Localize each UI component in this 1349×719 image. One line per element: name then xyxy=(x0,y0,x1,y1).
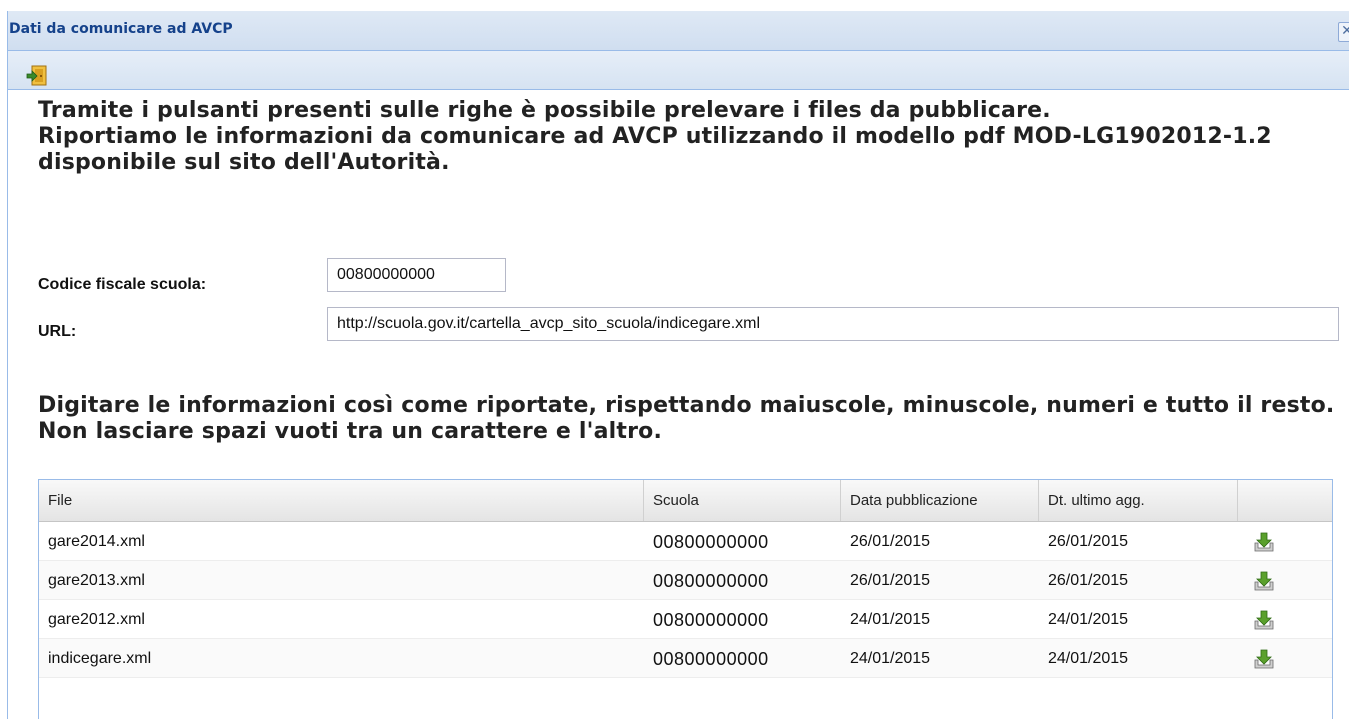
cell-file: indicegare.xml xyxy=(48,650,152,667)
cell-data-pubblicazione: 26/01/2015 xyxy=(850,572,931,589)
codice-fiscale-field[interactable]: 00800000000 xyxy=(327,258,506,292)
url-field[interactable]: http://scuola.gov.it/cartella_avcp_sito_… xyxy=(327,307,1339,341)
column-header-ultimo-agg[interactable]: Dt. ultimo agg. xyxy=(1039,480,1238,521)
cell-data-pubblicazione: 26/01/2015 xyxy=(850,533,931,550)
cell-scuola: 00800000000 xyxy=(653,532,769,552)
cell-scuola: 00800000000 xyxy=(653,649,769,669)
column-header-data-pubblicazione[interactable]: Data pubblicazione xyxy=(841,480,1039,521)
table-row[interactable]: gare2013.xml 00800000000 26/01/2015 26/0… xyxy=(39,561,1332,600)
cell-ultimo-agg: 26/01/2015 xyxy=(1048,572,1129,589)
column-header-file[interactable]: File xyxy=(39,480,644,521)
url-label: URL: xyxy=(38,323,77,340)
cell-ultimo-agg: 24/01/2015 xyxy=(1048,650,1129,667)
instructions-line-1: Digitare le informazioni così come ripor… xyxy=(38,393,1335,418)
table-row[interactable]: gare2014.xml 00800000000 26/01/2015 26/0… xyxy=(39,522,1332,561)
table-row[interactable]: gare2012.xml 00800000000 24/01/2015 24/0… xyxy=(39,600,1332,639)
download-icon[interactable] xyxy=(1253,570,1275,592)
dialog-toolbar xyxy=(8,51,1349,90)
intro-line-1: Tramite i pulsanti presenti sulle righe … xyxy=(38,98,1051,123)
cell-file: gare2012.xml xyxy=(48,611,145,628)
instructions-text: Digitare le informazioni così come ripor… xyxy=(38,393,1338,445)
instructions-line-2: Non lasciare spazi vuoti tra un caratter… xyxy=(38,419,663,444)
files-grid: File Scuola Data pubblicazione Dt. ultim… xyxy=(38,479,1333,719)
grid-header: File Scuola Data pubblicazione Dt. ultim… xyxy=(39,480,1332,522)
cell-file: gare2014.xml xyxy=(48,533,145,550)
cell-data-pubblicazione: 24/01/2015 xyxy=(850,650,931,667)
download-icon[interactable] xyxy=(1253,648,1275,670)
column-header-actions xyxy=(1238,480,1332,521)
cell-file: gare2013.xml xyxy=(48,572,145,589)
exit-door-icon[interactable] xyxy=(26,65,48,87)
cell-actions xyxy=(1238,522,1332,560)
cell-actions xyxy=(1238,639,1332,677)
cell-data-pubblicazione: 24/01/2015 xyxy=(850,611,931,628)
cell-scuola: 00800000000 xyxy=(653,571,769,591)
intro-line-2: Riportiamo le informazioni da comunicare… xyxy=(38,124,1272,175)
download-icon[interactable] xyxy=(1253,609,1275,631)
cell-ultimo-agg: 24/01/2015 xyxy=(1048,611,1129,628)
cell-actions xyxy=(1238,561,1332,599)
close-icon[interactable]: ✕ xyxy=(1338,22,1349,42)
cell-actions xyxy=(1238,600,1332,638)
dialog-titlebar[interactable]: Dati da comunicare ad AVCP ✕ xyxy=(8,11,1349,51)
column-header-scuola[interactable]: Scuola xyxy=(644,480,841,521)
intro-text: Tramite i pulsanti presenti sulle righe … xyxy=(38,98,1338,176)
dialog-title: Dati da comunicare ad AVCP xyxy=(9,21,233,37)
cell-scuola: 00800000000 xyxy=(653,610,769,630)
dialog-body: Tramite i pulsanti presenti sulle righe … xyxy=(8,90,1349,719)
download-icon[interactable] xyxy=(1253,531,1275,553)
avcp-dialog: Dati da comunicare ad AVCP ✕ Tramite i p… xyxy=(7,11,1349,719)
table-row[interactable]: indicegare.xml 00800000000 24/01/2015 24… xyxy=(39,639,1332,678)
codice-fiscale-label: Codice fiscale scuola: xyxy=(38,276,207,293)
cell-ultimo-agg: 26/01/2015 xyxy=(1048,533,1129,550)
